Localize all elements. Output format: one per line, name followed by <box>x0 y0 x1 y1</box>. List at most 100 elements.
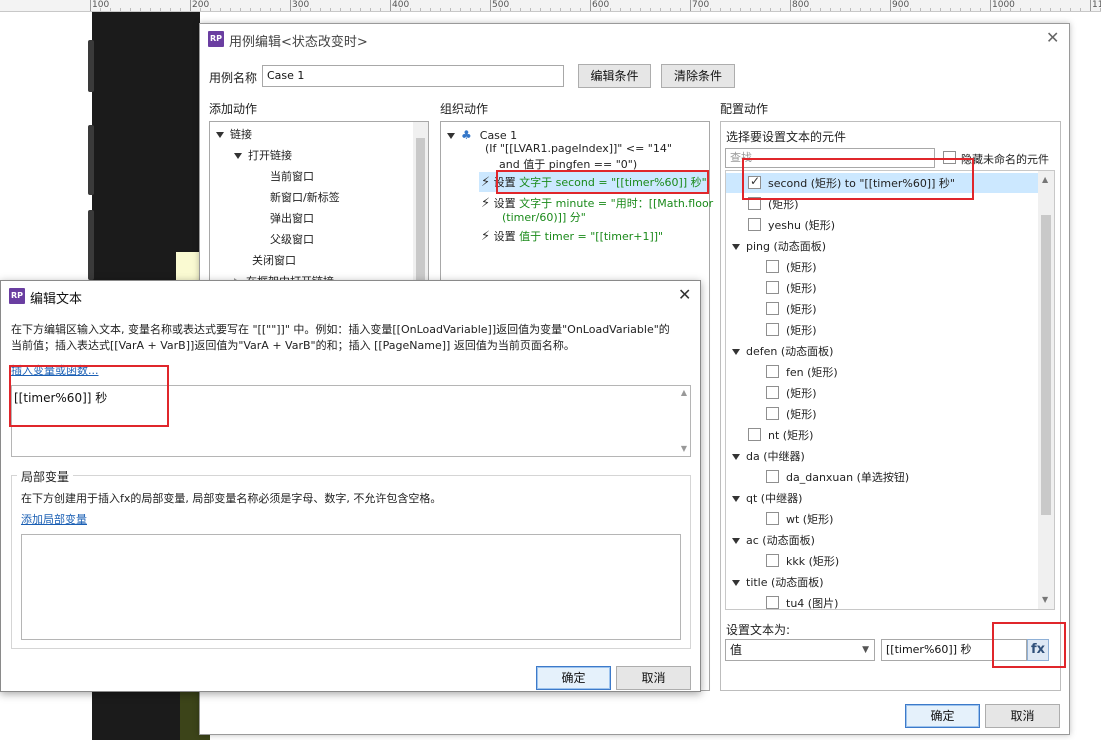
ruler-minor-tick <box>1060 8 1061 11</box>
tree-node-open-link[interactable]: 打开链接 <box>234 147 292 163</box>
widget-checkbox[interactable] <box>766 365 779 378</box>
local-variables-desc: 在下方创建用于插入fx的局部变量, 局部变量名称必须是字母、数字, 不允许包含空… <box>21 492 442 505</box>
ruler-minor-tick <box>360 8 361 11</box>
tree-node-link[interactable]: 链接 <box>216 126 252 142</box>
set-text-label: 设置文本为: <box>726 623 791 637</box>
action-bolt-icon: ⚡ <box>481 196 491 211</box>
widget-checkbox[interactable] <box>748 218 761 231</box>
ruler-major-tick <box>590 0 591 11</box>
ruler-minor-tick <box>620 8 621 11</box>
ruler-minor-tick <box>650 8 651 11</box>
value-type-select[interactable]: 值 ▼ <box>725 639 875 661</box>
expand-icon[interactable] <box>732 349 740 355</box>
ruler-minor-tick <box>300 8 301 11</box>
ruler-minor-tick <box>210 8 211 11</box>
ruler-minor-tick <box>630 8 631 11</box>
widget-group-label: ping (动态面板) <box>746 240 827 253</box>
ruler-minor-tick <box>660 8 661 11</box>
action-set-minute-cont: (timer/60)]] 分" <box>502 211 586 224</box>
ruler-minor-tick <box>1020 8 1021 11</box>
widget-checkbox[interactable] <box>766 323 779 336</box>
widget-group-node[interactable]: da (中继器) <box>732 448 805 464</box>
phone-side-button <box>88 125 94 195</box>
scroll-down-icon[interactable]: ▼ <box>681 444 687 453</box>
hide-unnamed-label: 隐藏未命名的元件 <box>961 153 1049 166</box>
widget-checkbox[interactable] <box>766 512 779 525</box>
ruler-minor-tick <box>900 8 901 11</box>
case-name-input[interactable]: Case 1 <box>262 65 564 87</box>
ok-button[interactable]: 确定 <box>905 704 980 728</box>
ruler-minor-tick <box>780 8 781 11</box>
edit-condition-button[interactable]: 编辑条件 <box>578 64 651 88</box>
highlight-box <box>9 365 169 427</box>
add-local-variable-link[interactable]: 添加局部变量 <box>21 511 87 527</box>
expand-icon[interactable] <box>732 538 740 544</box>
widget-checkbox[interactable] <box>766 554 779 567</box>
expand-icon[interactable] <box>732 244 740 250</box>
ruler-major-tick <box>190 0 191 11</box>
scroll-up-icon[interactable]: ▲ <box>681 388 687 397</box>
ruler-minor-tick <box>950 8 951 11</box>
ruler-minor-tick <box>330 8 331 11</box>
app-logo-icon: RP <box>208 30 224 47</box>
widget-group-node[interactable]: title (动态面板) <box>732 574 824 590</box>
ok-button[interactable]: 确定 <box>536 666 611 690</box>
widget-group-node[interactable]: qt (中继器) <box>732 490 802 506</box>
tree-item-current-window[interactable]: 当前窗口 <box>270 168 314 184</box>
ruler-minor-tick <box>840 8 841 11</box>
tree-item-parent-window[interactable]: 父级窗口 <box>270 231 314 247</box>
ruler-minor-tick <box>760 8 761 11</box>
clear-condition-button[interactable]: 清除条件 <box>661 64 735 88</box>
widget-checkbox[interactable] <box>766 281 779 294</box>
action-bolt-icon: ⚡ <box>481 229 491 244</box>
scrollbar[interactable] <box>413 122 428 290</box>
action-set-timer[interactable]: ⚡ 设置 值于 timer = "[[timer+1]]" <box>481 228 663 244</box>
tree-item-new-window[interactable]: 新窗口/新标签 <box>270 189 340 205</box>
tree-item-close-window[interactable]: 关闭窗口 <box>252 252 296 268</box>
widget-checkbox[interactable] <box>766 407 779 420</box>
widget-checkbox[interactable] <box>766 302 779 315</box>
expand-icon[interactable] <box>732 580 740 586</box>
local-variables-list[interactable] <box>21 534 681 640</box>
widget-group-node[interactable]: defen (动态面板) <box>732 343 833 359</box>
ruler-minor-tick <box>400 8 401 11</box>
scrollbar-thumb[interactable] <box>416 138 425 288</box>
widget-label: nt (矩形) <box>768 429 814 442</box>
ruler-minor-tick <box>280 8 281 11</box>
ruler-minor-tick <box>1080 8 1081 11</box>
widget-checkbox[interactable] <box>766 260 779 273</box>
scroll-up-icon[interactable]: ▲ <box>1042 175 1048 184</box>
action-bolt-icon: ⚡ <box>481 175 491 190</box>
widget-checkbox[interactable] <box>766 386 779 399</box>
case-node[interactable]: ♣ Case 1 <box>447 128 517 142</box>
scrollbar-thumb[interactable] <box>1041 215 1051 515</box>
case-name-label: 用例名称 <box>209 71 258 85</box>
tree-item-popup[interactable]: 弹出窗口 <box>270 210 314 226</box>
local-variables-title: 局部变量 <box>17 468 74 485</box>
widget-group-node[interactable]: ac (动态面板) <box>732 532 815 548</box>
expand-icon[interactable] <box>732 496 740 502</box>
cancel-button[interactable]: 取消 <box>985 704 1060 728</box>
ruler-minor-tick <box>320 8 321 11</box>
expand-icon[interactable] <box>732 454 740 460</box>
cancel-button[interactable]: 取消 <box>616 666 691 690</box>
ruler-minor-tick <box>830 8 831 11</box>
widget-label: (矩形) <box>786 303 817 316</box>
ruler-minor-tick <box>580 8 581 11</box>
description-line: 当前值；插入表达式[[VarA + VarB]]返回值为"VarA + VarB… <box>11 339 575 352</box>
ruler-minor-tick <box>1040 8 1041 11</box>
ruler-minor-tick <box>740 8 741 11</box>
ruler-minor-tick <box>880 8 881 11</box>
close-icon[interactable]: ✕ <box>678 285 691 304</box>
scroll-down-icon[interactable]: ▼ <box>1042 595 1048 604</box>
widget-checkbox[interactable] <box>748 428 761 441</box>
widget-group-node[interactable]: ping (动态面板) <box>732 238 826 254</box>
dialog-title: 用例编辑<状态改变时> <box>229 35 368 50</box>
ruler-major-tick <box>390 0 391 11</box>
close-icon[interactable]: ✕ <box>1046 28 1059 47</box>
widget-label: (矩形) <box>786 261 817 274</box>
widget-list-scrollbar[interactable]: ▲ ▼ <box>1038 171 1054 609</box>
ruler-minor-tick <box>1050 8 1051 11</box>
widget-checkbox[interactable] <box>766 596 779 609</box>
widget-checkbox[interactable] <box>766 470 779 483</box>
